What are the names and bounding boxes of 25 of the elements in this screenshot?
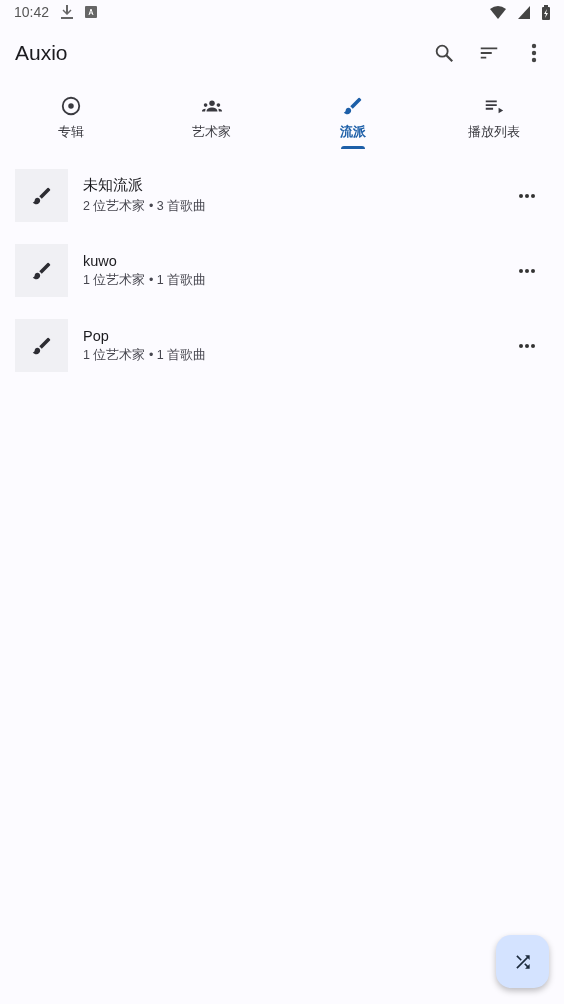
tab[interactable]: 流派 [282,82,423,154]
genre-details: 2 位艺术家 • 3 首歌曲 [83,198,208,215]
app-title: Auxio [15,41,69,65]
genre-details: 1 位艺术家 • 1 首歌曲 [83,271,208,289]
tab-indicator [340,146,365,149]
status-time: 10:42 [14,4,50,20]
genre-name: Pop [83,327,110,344]
signal-icon [518,5,530,19]
genre-name: kuwo [83,252,118,269]
more-vertical-icon [530,43,537,63]
brush-icon [341,95,364,117]
more-horizontal-icon [517,267,536,274]
genre-details: 1 位艺术家 • 1 首歌曲 [83,346,208,364]
tab[interactable]: 专辑 [0,82,141,154]
more-horizontal-icon [517,192,536,199]
wifi-icon [490,5,506,19]
genre-name: 未知流派 [83,176,144,195]
disc-icon [59,95,82,117]
battery-icon [542,4,550,20]
tab[interactable]: 播放列表 [423,82,564,154]
keyboard-icon [85,6,98,18]
shuffle-button[interactable] [496,935,549,988]
more-horizontal-icon [517,342,536,349]
tab[interactable]: 艺术家 [141,82,282,154]
download-icon [61,5,74,19]
